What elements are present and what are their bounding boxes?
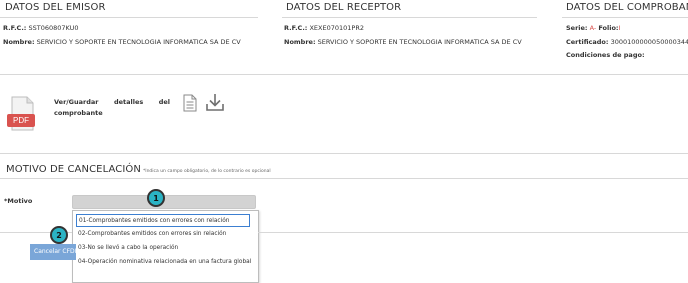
document-icon[interactable]: [183, 94, 197, 116]
motivo-option-02[interactable]: 02-Comprobantes emitidos con errores sin…: [76, 228, 226, 241]
motivo-option-03[interactable]: 03-No se llevó a cabo la operación: [76, 242, 178, 255]
cancel-cfdi-button[interactable]: Cancelar CFDI: [30, 244, 76, 260]
receptor-nombre: Nombre: SERVICIO Y SOPORTE EN TECNOLOGIA…: [284, 38, 522, 46]
emisor-rfc: R.F.C.: SST060807KU0: [3, 24, 79, 32]
emisor-rfc-value: SST060807KU0: [28, 24, 79, 32]
required-note: *Indica un campo obligatorio, de lo cont…: [143, 169, 271, 174]
certificado-label: Certificado:: [566, 38, 609, 46]
comprobante-condiciones: Condiciones de pago:: [566, 51, 645, 59]
serie-label: Serie:: [566, 24, 588, 32]
viewer-line1-b: detalles: [113, 98, 144, 106]
emisor-divider: [0, 17, 258, 18]
ver-guardar-detalles-link[interactable]: Ver/Guardar detalles del comprobante: [54, 98, 170, 117]
pdf-badge-label: PDF: [13, 116, 29, 125]
viewer-line2: comprobante: [54, 109, 103, 117]
emisor-nombre-label: Nombre:: [3, 38, 35, 46]
receptor-nombre-value: SERVICIO Y SOPORTE EN TECNOLOGIA INFORMA…: [317, 38, 522, 46]
receptor-divider: [282, 17, 537, 18]
motivo-option-01[interactable]: 01-Comprobantes emitidos con errores con…: [76, 214, 250, 227]
comprobante-divider: [562, 17, 688, 18]
condiciones-label: Condiciones de pago:: [566, 51, 645, 59]
motivo-option-04[interactable]: 04-Operación nominativa relacionada en u…: [76, 256, 251, 269]
button-row-divider-right: [258, 232, 688, 233]
emisor-nombre: Nombre: SERVICIO Y SOPORTE EN TECNOLOGIA…: [3, 38, 241, 46]
serie-value: A-: [589, 24, 597, 32]
emisor-title: DATOS DEL EMISOR: [5, 2, 106, 13]
receptor-title: DATOS DEL RECEPTOR: [286, 2, 402, 13]
viewer-line1-a: Ver/Guardar: [54, 98, 99, 106]
receptor-rfc-value: XEXE070101PR2: [309, 24, 364, 32]
download-icon[interactable]: [205, 93, 225, 116]
callout-badge-1: 1: [147, 189, 165, 207]
receptor-nombre-label: Nombre:: [284, 38, 316, 46]
viewer-bottom-divider: [0, 153, 688, 154]
folio-label: Folio:: [598, 24, 619, 32]
comprobante-certificado: Certificado: 30001000000500003444: [566, 38, 688, 46]
callout-badge-2: 2: [50, 226, 68, 244]
motivo-dropdown-list[interactable]: 01-Comprobantes emitidos con errores con…: [72, 210, 259, 283]
motivo-divider: [0, 178, 688, 179]
motivo-section-title: MOTIVO DE CANCELACIÓN: [6, 164, 141, 175]
comprobante-title: DATOS DEL COMPROBANTE: [566, 2, 688, 13]
folio-value: I: [618, 24, 621, 32]
motivo-label: *Motivo: [4, 197, 33, 205]
emisor-nombre-value: SERVICIO Y SOPORTE EN TECNOLOGIA INFORMA…: [36, 38, 241, 46]
pdf-icon[interactable]: PDF: [7, 96, 37, 136]
receptor-rfc: R.F.C.: XEXE070101PR2: [284, 24, 364, 32]
header-bottom-divider: [0, 74, 688, 75]
receptor-rfc-label: R.F.C.:: [284, 24, 308, 32]
certificado-value: 30001000000500003444: [610, 38, 688, 46]
viewer-line1-c: del: [158, 98, 170, 106]
comprobante-serie: Serie: A- Folio:I: [566, 24, 620, 32]
emisor-rfc-label: R.F.C.:: [3, 24, 27, 32]
